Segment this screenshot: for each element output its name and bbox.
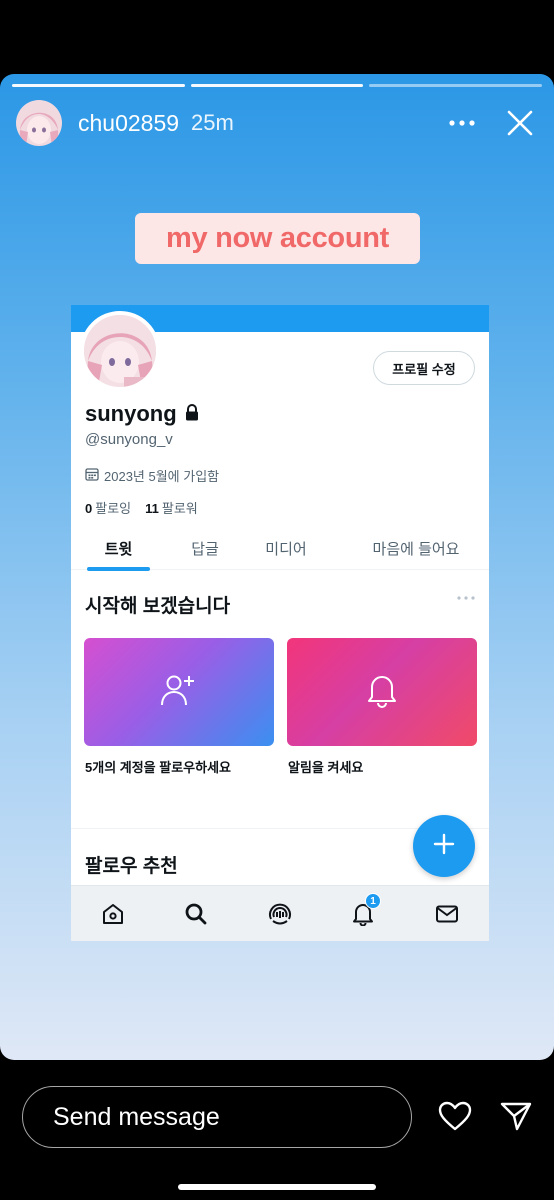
more-options-icon[interactable]	[442, 103, 482, 143]
profile-screenshot: 프로필 수정 sunyong @sunyong_v 2023년 5월에 가입함 …	[71, 305, 489, 941]
profile-handle: @sunyong_v	[85, 431, 173, 448]
calendar-icon	[85, 467, 99, 484]
home-icon[interactable]	[99, 900, 127, 928]
close-icon[interactable]	[500, 103, 540, 143]
profile-avatar	[80, 311, 160, 391]
progress-segment	[190, 84, 364, 87]
messages-icon[interactable]	[433, 900, 461, 928]
display-name: sunyong	[85, 401, 177, 426]
follow-suggestions-title: 팔로우 추천	[85, 856, 178, 877]
follow-accounts-card[interactable]	[84, 638, 274, 746]
progress-segment	[369, 84, 543, 87]
story-progress	[12, 84, 543, 87]
story-frame: chu02859 25m my now account 프로필 수정 sunyo…	[0, 74, 554, 1060]
get-started-more-icon[interactable]	[456, 591, 476, 605]
story-username[interactable]: chu02859	[78, 110, 179, 137]
joined-text: 2023년 5월에 가입함	[104, 469, 220, 484]
following-stat[interactable]: 0 팔로잉	[85, 498, 131, 517]
lock-icon	[185, 401, 199, 427]
send-message-placeholder: Send message	[53, 1102, 220, 1131]
plus-icon	[432, 832, 456, 861]
tab-likes[interactable]: 마음에 들어요	[351, 527, 481, 570]
compose-tweet-button[interactable]	[413, 815, 475, 877]
joined-date: 2023년 5월에 가입함	[85, 466, 219, 485]
bell-icon	[365, 672, 399, 713]
active-tab-indicator	[87, 567, 150, 571]
tab-tweets[interactable]: 트윗	[87, 527, 150, 570]
notifications-icon[interactable]: 1	[349, 893, 381, 928]
add-user-icon	[159, 672, 199, 713]
following-label: 팔로잉	[95, 501, 132, 516]
followers-label: 팔로워	[161, 501, 198, 516]
send-message-input[interactable]: Send message	[22, 1086, 412, 1148]
tab-replies[interactable]: 답글	[171, 527, 239, 570]
story-time: 25m	[191, 110, 234, 135]
progress-segment	[12, 84, 185, 87]
story-header: chu02859 25m	[16, 100, 540, 146]
follow-stats: 0 팔로잉 11 팔로워	[85, 498, 198, 517]
notifications-label: 알림을 켜세요	[288, 760, 364, 775]
follow-accounts-label: 5개의 계정을 팔로우하세요	[85, 760, 232, 775]
following-count: 0	[85, 501, 93, 516]
followers-stat[interactable]: 11 팔로워	[145, 498, 198, 517]
tab-media[interactable]: 미디어	[251, 527, 321, 570]
story-avatar[interactable]	[16, 100, 62, 146]
spaces-icon[interactable]	[266, 900, 294, 928]
edit-profile-button[interactable]: 프로필 수정	[373, 351, 475, 385]
home-indicator	[178, 1184, 376, 1190]
followers-count: 11	[145, 501, 159, 516]
send-icon[interactable]	[496, 1096, 536, 1136]
story-caption: my now account	[135, 213, 420, 264]
notifications-card[interactable]	[287, 638, 477, 746]
profile-tabs: 트윗 답글 미디어 마음에 들어요	[71, 527, 489, 571]
get-started-title: 시작해 보겠습니다	[85, 596, 231, 617]
search-icon[interactable]	[182, 900, 210, 928]
bottom-navigation: 1	[71, 885, 489, 941]
heart-icon[interactable]	[435, 1096, 475, 1136]
profile-name: sunyong	[85, 401, 199, 427]
notification-badge: 1	[365, 893, 381, 909]
